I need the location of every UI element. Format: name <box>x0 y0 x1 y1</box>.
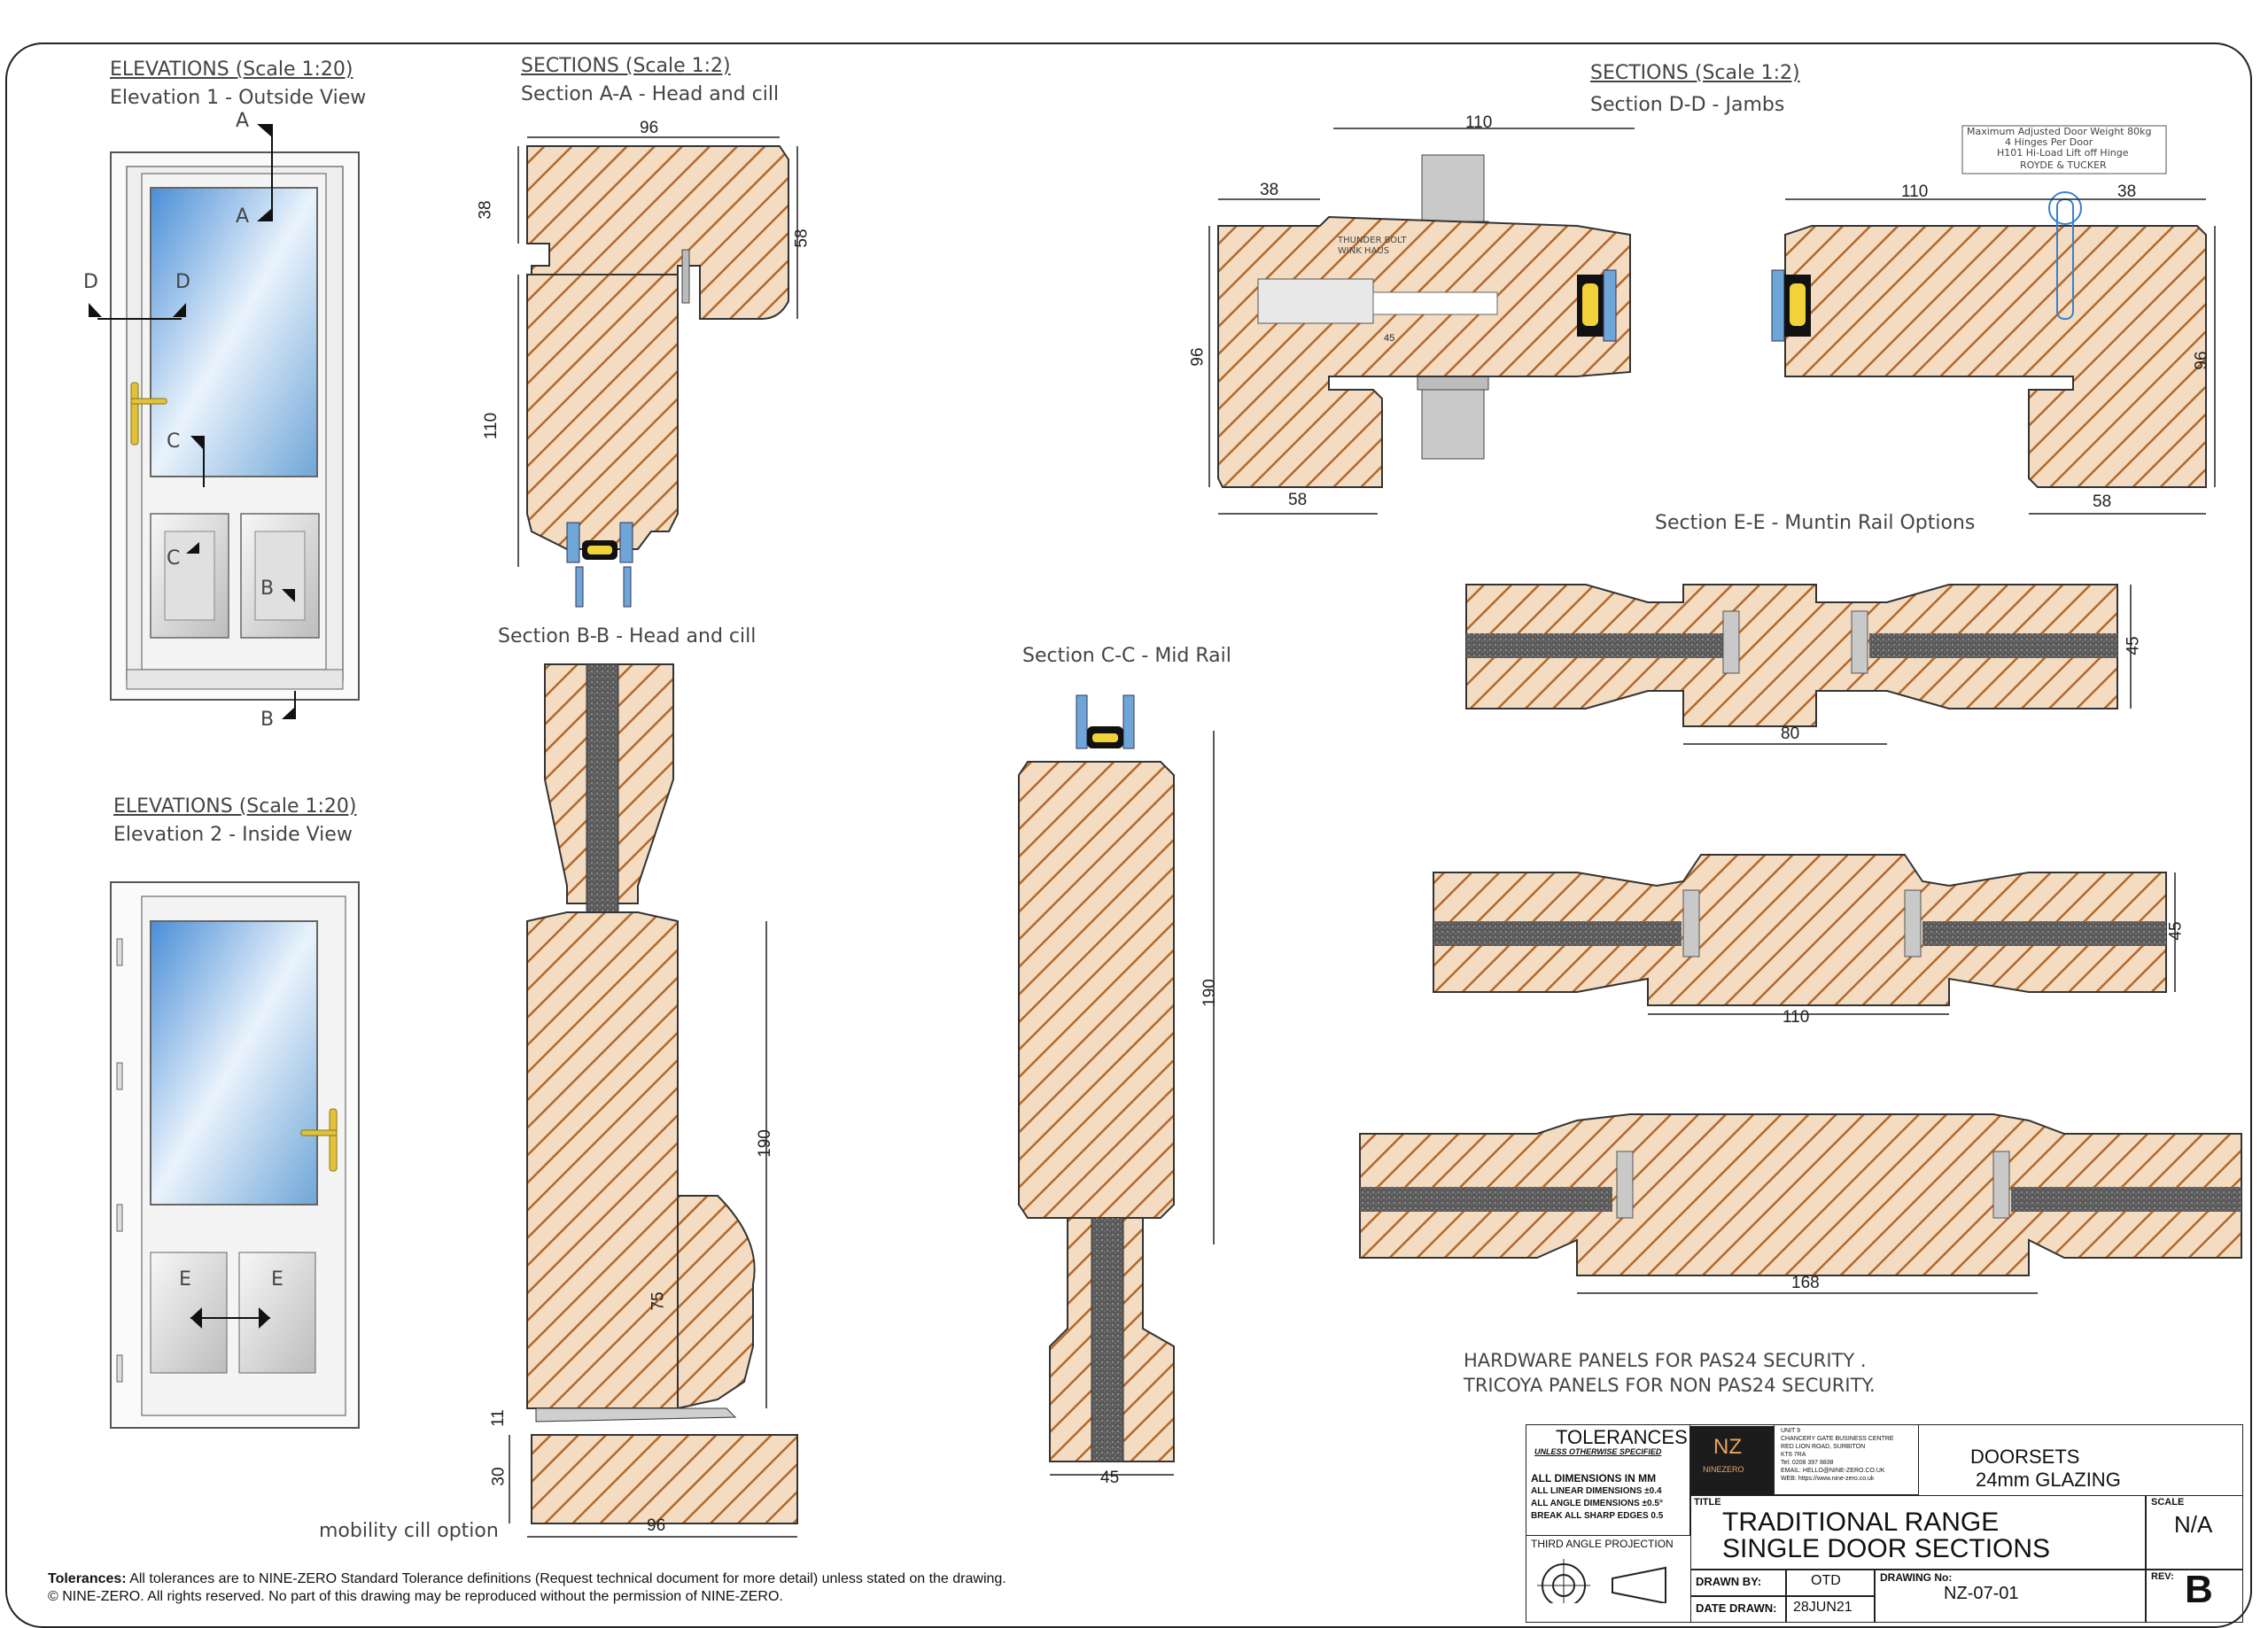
address-7: WEB: https://www.nine-zero.co.uk <box>1781 1476 1875 1482</box>
date-label: DATE DRAWN: <box>1696 1601 1777 1615</box>
dim-dd-96-left: 96 <box>1188 347 1208 367</box>
dim-aa-38: 38 <box>476 200 495 220</box>
section-aa-title: Section A-A - Head and cill <box>521 83 780 105</box>
muntin-option-168 <box>1359 1113 2242 1294</box>
winkhaus-note: WINK HAUS <box>1338 246 1390 256</box>
elevation-2-door <box>110 881 360 1429</box>
marker-a-top: A <box>236 110 250 132</box>
dim-dd-38-right: 38 <box>2117 182 2137 201</box>
projection-label: THIRD ANGLE PROJECTION <box>1531 1538 1674 1550</box>
tolerances-sub: UNLESS OTHERWISE SPECIFIED <box>1534 1447 1662 1456</box>
section-dd-right <box>1771 125 2216 515</box>
product-line-1: DOORSETS <box>1970 1446 2080 1468</box>
footer-tolerances: Tolerances: All tolerances are to NINE-Z… <box>48 1571 1006 1587</box>
date-value: 28JUN21 <box>1793 1600 1852 1615</box>
dim-cc-45: 45 <box>1100 1469 1120 1487</box>
dim-dd-58-right: 58 <box>2093 492 2112 511</box>
drawn-by-value: OTD <box>1811 1573 1841 1588</box>
drawing-no-value: NZ-07-01 <box>1944 1584 2019 1603</box>
footer-copyright: © NINE-ZERO. All rights reserved. No par… <box>48 1589 783 1604</box>
hinge-note-4: ROYDE & TUCKER <box>2020 159 2107 171</box>
product-line-2: 24mm GLAZING <box>1976 1469 2121 1491</box>
elevation-2-subtitle: Elevation 2 - Inside View <box>113 824 353 846</box>
drawn-by-label: DRAWN BY: <box>1696 1575 1762 1588</box>
rev-label: REV: <box>2151 1571 2174 1582</box>
drawing-no-label: DRAWING No: <box>1880 1571 1953 1584</box>
dim-bb-75: 75 <box>649 1291 668 1311</box>
mobility-cill-label: mobility cill option <box>319 1520 499 1542</box>
elevation-1-subtitle: Elevation 1 - Outside View <box>110 87 367 109</box>
marker-a: A <box>236 205 250 228</box>
tolerances-title: TOLERANCES <box>1556 1426 1688 1448</box>
rev-value: B <box>2185 1568 2213 1611</box>
elevation-2-heading: ELEVATIONS (Scale 1:20) <box>113 795 357 818</box>
section-bb-title: Section B-B - Head and cill <box>498 625 757 647</box>
marker-b-bottom: B <box>260 709 275 731</box>
dim-dd-110-right: 110 <box>1901 182 1929 201</box>
section-bb <box>509 663 798 1538</box>
section-aa <box>517 136 798 608</box>
dim-dd-58-left: 58 <box>1288 491 1308 509</box>
section-cc-title: Section C-C - Mid Rail <box>1022 645 1231 667</box>
dim-bb-190: 190 <box>755 1129 774 1158</box>
tol-line-4: BREAK ALL SHARP EDGES 0.5 <box>1531 1511 1664 1521</box>
dim-bb-96: 96 <box>647 1516 666 1535</box>
address-3: RED LION ROAD, SURBITON <box>1781 1444 1866 1450</box>
elevation-1-door <box>89 124 360 719</box>
logo-nz: NZ <box>1713 1435 1742 1459</box>
dim-ee-110: 110 <box>1783 1008 1810 1027</box>
footer-tolerances-text: All tolerances are to NINE-ZERO Standard… <box>129 1571 1006 1586</box>
panels-note-line-2: TRICOYA PANELS FOR NON PAS24 SECURITY. <box>1464 1375 1876 1396</box>
address-1: UNIT 9 <box>1781 1428 1801 1434</box>
elevation-1-heading: ELEVATIONS (Scale 1:20) <box>110 58 353 81</box>
dim-ee-45-b: 45 <box>2166 921 2186 941</box>
dim-dd-38-left: 38 <box>1260 181 1279 199</box>
dim-aa-96: 96 <box>640 119 659 137</box>
tol-line-2: ALL LINEAR DIMENSIONS ±0.4 <box>1531 1486 1662 1496</box>
title-label: TITLE <box>1694 1497 1721 1508</box>
marker-d-left: D <box>83 271 98 293</box>
dim-bb-30: 30 <box>489 1467 509 1486</box>
address-4: KT6 7RA <box>1781 1452 1806 1458</box>
dim-dd-110-left: 110 <box>1465 113 1493 132</box>
hinge-note-3: H101 Hi-Load Lift off Hinge <box>1997 147 2129 159</box>
dim-bb-11: 11 <box>488 1409 508 1427</box>
marker-b: B <box>260 578 275 600</box>
address-6: EMAIL: HELLO@NINE-ZERO.CO.UK <box>1781 1468 1885 1474</box>
marker-e-left: E <box>179 1268 191 1291</box>
scale-label: SCALE <box>2151 1497 2185 1508</box>
dim-ee-45-a: 45 <box>2124 636 2143 655</box>
dim-dd-96-right: 96 <box>2192 351 2211 370</box>
muntin-option-110 <box>1433 854 2176 1015</box>
marker-d-right: D <box>175 271 190 293</box>
dim-ee-168: 168 <box>1791 1274 1820 1292</box>
dim-cc-190: 190 <box>1200 979 1219 1007</box>
sections-right-heading: SECTIONS (Scale 1:2) <box>1590 62 1800 84</box>
address-5: Tel: 0208 397 8838 <box>1781 1460 1834 1466</box>
tol-line-3: ALL ANGLE DIMENSIONS ±0.5° <box>1531 1499 1663 1508</box>
panels-note-line-1: HARDWARE PANELS FOR PAS24 SECURITY . <box>1464 1350 1867 1371</box>
section-cc <box>1018 694 1215 1476</box>
scale-value: N/A <box>2174 1511 2213 1538</box>
dim-dd-45: 45 <box>1384 333 1395 344</box>
thunderbolt-note: THUNDER BOLT <box>1338 236 1407 245</box>
title-line-1: TRADITIONAL RANGE <box>1722 1508 2000 1537</box>
section-dd-title: Section D-D - Jambs <box>1590 94 1785 116</box>
address-2: CHANCERY GATE BUSINESS CENTRE <box>1781 1436 1894 1442</box>
dim-ee-80: 80 <box>1781 725 1800 743</box>
muntin-option-80 <box>1465 584 2132 745</box>
logo-ninezero: NINEZERO <box>1703 1465 1744 1474</box>
sections-left-heading: SECTIONS (Scale 1:2) <box>521 55 731 77</box>
title-line-2: SINGLE DOOR SECTIONS <box>1722 1534 2051 1563</box>
section-ee-title: Section E-E - Muntin Rail Options <box>1655 512 1976 534</box>
dim-aa-58: 58 <box>792 229 812 248</box>
marker-c-top: C <box>167 430 181 453</box>
tol-line-1: ALL DIMENSIONS IN MM <box>1531 1472 1657 1485</box>
marker-c: C <box>167 547 181 570</box>
marker-e-right: E <box>271 1268 284 1291</box>
dim-aa-110: 110 <box>482 412 501 440</box>
company-logo: NZ NINEZERO <box>1690 1426 1774 1495</box>
footer-tolerances-bold: Tolerances: <box>48 1571 127 1586</box>
